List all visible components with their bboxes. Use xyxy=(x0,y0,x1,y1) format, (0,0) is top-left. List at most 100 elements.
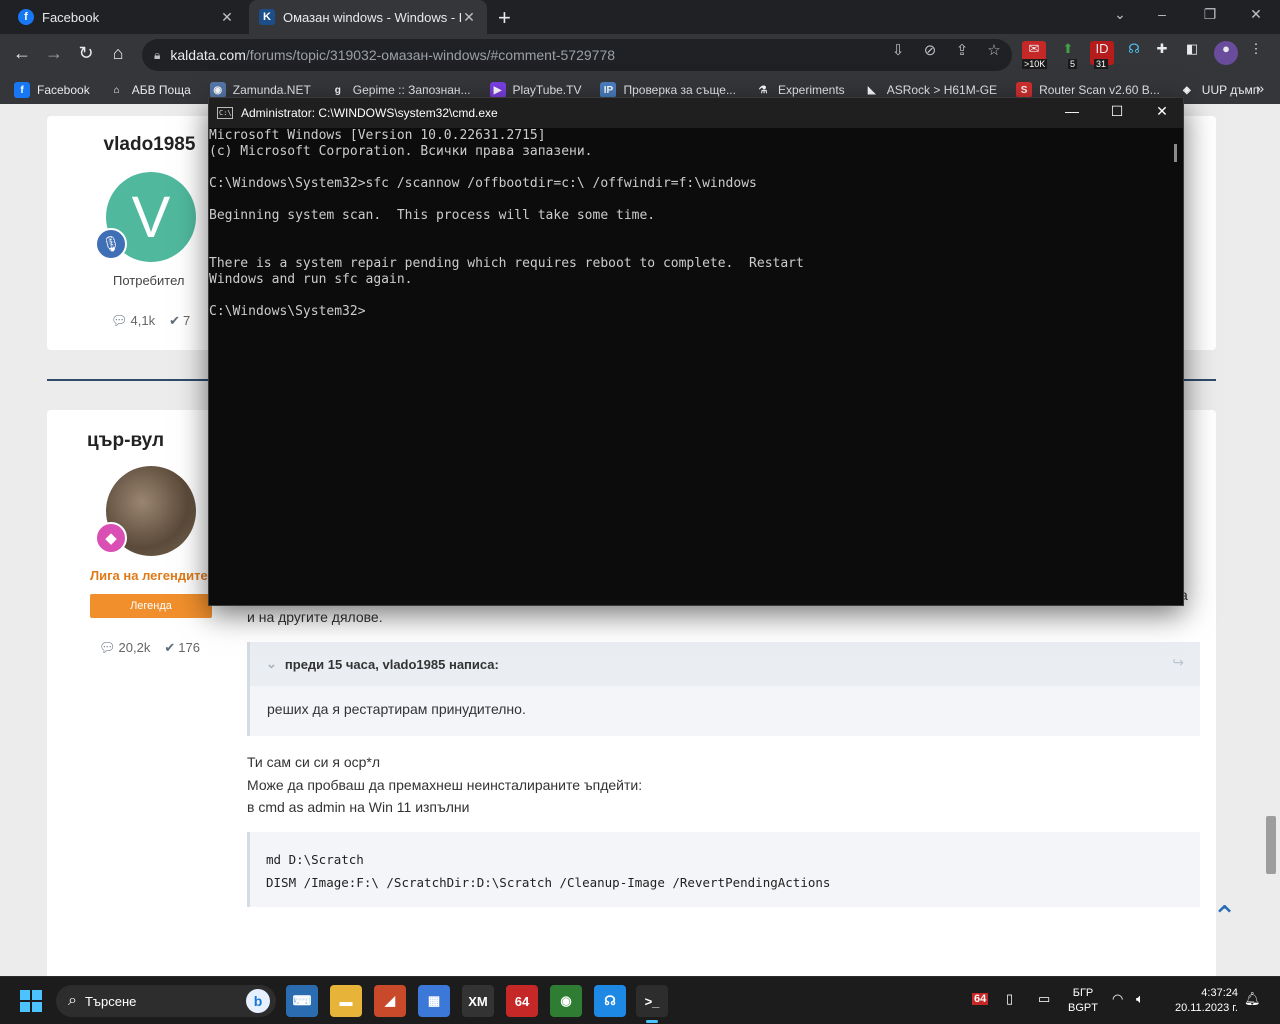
side-panel-icon[interactable]: ◧ xyxy=(1180,41,1204,65)
close-tab-icon[interactable]: ✕ xyxy=(461,9,477,26)
bookmarks-overflow-icon[interactable]: » xyxy=(1256,80,1264,96)
menu-icon[interactable]: ⋮ xyxy=(1244,41,1268,65)
rank-badge: Легенда xyxy=(90,594,212,618)
bookmark-label: Gepime :: Запознан... xyxy=(352,83,471,97)
bookmark-star-icon[interactable]: ☆ xyxy=(984,41,1004,59)
cmd-minimize-button[interactable]: — xyxy=(1057,103,1087,119)
page-scrollbar[interactable] xyxy=(1266,816,1276,874)
start-button[interactable] xyxy=(20,990,42,1012)
control-panel-app[interactable]: ⌨ xyxy=(286,985,318,1017)
tab-title: Омазан windows - Windows - K xyxy=(283,9,461,25)
user-stats: 💬︎ 4,1k ✔ 7 xyxy=(111,313,190,329)
tab-strip: f Facebook ✕ K Омазан windows - Windows … xyxy=(0,0,1280,34)
console-line: Beginning system scan. This process will… xyxy=(209,208,656,223)
author-username[interactable]: vlado1985 xyxy=(87,134,212,156)
tray-badge-icon[interactable]: 64 xyxy=(972,993,989,1005)
store-app[interactable]: ▦ xyxy=(418,985,450,1017)
cmd-close-button[interactable]: ✕ xyxy=(1147,103,1177,120)
tab-search-icon[interactable]: ⌄ xyxy=(1110,6,1130,23)
clock[interactable]: 4:37:24 20.11.2023 г. xyxy=(1160,986,1238,1016)
headset-app[interactable]: ☊ xyxy=(594,985,626,1017)
bookmark-label: Experiments xyxy=(777,83,845,97)
file-explorer-app[interactable]: ▬ xyxy=(330,985,362,1017)
author-username[interactable]: цър-вул xyxy=(87,430,164,452)
posts-count: 💬︎ 4,1k xyxy=(111,313,156,328)
bookmark-label: Zamunda.NET xyxy=(232,83,311,97)
minimize-button[interactable]: – xyxy=(1152,6,1172,22)
bookmark-favicon-icon: g xyxy=(329,82,346,98)
bookmark-favicon-icon: f xyxy=(14,82,30,98)
bookmark-item[interactable]: g Gepime :: Запознан... xyxy=(329,82,471,98)
back-icon[interactable]: ← xyxy=(10,43,34,64)
quote-header[interactable]: ⌄ преди 15 часа, vlado1985 написа: xyxy=(250,642,1200,686)
share-icon[interactable]: ↪ xyxy=(1172,654,1184,671)
quote-block: ⌄ преди 15 часа, vlado1985 написа: ↪ реш… xyxy=(247,642,1200,736)
console-line: Windows and run sfc again. xyxy=(209,272,413,287)
reload-icon[interactable]: ↻ xyxy=(74,43,98,64)
new-tab-button[interactable]: + xyxy=(498,5,511,31)
code-block: md D:\Scratch DISM /Image:F:\ /ScratchDi… xyxy=(247,832,1200,907)
url-host: kaldata.com xyxy=(170,47,246,63)
bookmark-item[interactable]: ⌂ АБВ Поща xyxy=(108,82,191,98)
comment-icon: 💬︎ xyxy=(111,313,128,328)
total-commander-app[interactable]: 64 xyxy=(506,985,538,1017)
cmd-maximize-button[interactable]: ☐ xyxy=(1102,103,1132,120)
ccleaner-app[interactable]: ◢ xyxy=(374,985,406,1017)
cmd-titlebar[interactable]: C:\ Administrator: C:\WINDOWS\system32\c… xyxy=(209,98,1183,128)
chrome-app[interactable]: ◉ xyxy=(550,985,582,1017)
bookmark-label: PlayTube.TV xyxy=(512,83,582,97)
tray-device-icon[interactable]: ▯ xyxy=(1006,991,1013,1007)
share-icon[interactable]: ⇪ xyxy=(952,41,972,59)
home-icon[interactable]: ⌂ xyxy=(106,43,130,64)
search-icon: ⌕ xyxy=(68,992,77,1009)
input-language[interactable]: БГР BGPT xyxy=(1064,986,1102,1016)
battery-icon[interactable]: ▭ xyxy=(1038,991,1050,1007)
bookmark-item[interactable]: ◈ UUP дъмп xyxy=(1178,82,1259,98)
wifi-icon[interactable]: ◠ xyxy=(1112,991,1123,1007)
tab-facebook[interactable]: f Facebook ✕ xyxy=(8,0,245,34)
install-icon[interactable]: ⇩ xyxy=(888,41,908,59)
bookmark-favicon-icon: IP xyxy=(600,82,617,98)
bookmark-item[interactable]: ▶ PlayTube.TV xyxy=(489,82,582,98)
console-line: (c) Microsoft Corporation. Всички права … xyxy=(209,144,593,159)
quote-body: реших да я рестартирам принудително. xyxy=(267,701,526,717)
forward-icon[interactable]: → xyxy=(42,43,66,64)
tracking-icon[interactable]: ⊘ xyxy=(920,41,940,59)
bookmark-item[interactable]: IP Проверка за съще... xyxy=(600,82,736,98)
green-extension-icon[interactable]: ⬆ 5 xyxy=(1056,41,1080,69)
site-info-icon[interactable]: 🔒︎ xyxy=(154,48,160,63)
mail-extension-icon[interactable]: ✉ >10K xyxy=(1022,41,1048,69)
post-text: в cmd as admin на Win 11 изпълни xyxy=(247,799,470,815)
extensions-puzzle-icon[interactable]: ✚ xyxy=(1150,41,1174,65)
restore-button[interactable]: ❐ xyxy=(1200,6,1220,23)
close-tab-icon[interactable]: ✕ xyxy=(219,9,235,26)
bookmark-item[interactable]: ◉ Zamunda.NET xyxy=(209,82,311,98)
cmd-window[interactable]: C:\ Administrator: C:\WINDOWS\system32\c… xyxy=(208,97,1184,606)
bookmark-item[interactable]: ◣ ASRock > H61M-GE xyxy=(863,82,997,98)
console-output[interactable]: Microsoft Windows [Version 10.0.22631.27… xyxy=(209,128,1169,605)
taskbar-search[interactable]: ⌕ Търсене b xyxy=(56,985,276,1017)
address-bar[interactable]: 🔒︎ kaldata.com /forums/topic/319032-омаз… xyxy=(142,39,1012,71)
volume-icon[interactable]: 🔈︎ xyxy=(1136,991,1144,1007)
post-text: Може да пробваш да премахнеш неинсталира… xyxy=(247,777,643,793)
scroll-to-top-icon[interactable]: ⌃ xyxy=(1212,900,1237,935)
bookmark-label: Проверка за съще... xyxy=(623,83,736,97)
tab-kaldata[interactable]: K Омазан windows - Windows - K ✕ xyxy=(249,0,487,34)
cmd-scrollbar[interactable] xyxy=(1174,144,1177,162)
bing-icon[interactable]: b xyxy=(246,989,270,1013)
bookmark-item[interactable]: S Router Scan v2.60 B... xyxy=(1016,82,1160,98)
chevron-down-icon[interactable]: ⌄ xyxy=(266,656,277,672)
xmplay-app[interactable]: XM xyxy=(462,985,494,1017)
notification-bell-icon[interactable]: 🔔︎ xyxy=(1244,991,1261,1007)
reputation-count: ✔ 176 xyxy=(164,640,200,655)
bookmark-item[interactable]: f Facebook xyxy=(14,82,90,98)
profile-avatar[interactable]: ● xyxy=(1214,41,1238,65)
terminal-app[interactable]: >_ xyxy=(636,985,668,1023)
close-window-button[interactable]: ✕ xyxy=(1246,6,1266,23)
headset-extension-icon[interactable]: ☊ xyxy=(1122,41,1146,65)
bookmark-item[interactable]: ⚗ Experiments xyxy=(754,82,845,98)
console-line: C:\Windows\System32> xyxy=(209,304,366,319)
bookmark-favicon-icon: ⚗ xyxy=(754,82,771,98)
red-extension-icon[interactable]: ID 31 xyxy=(1090,41,1114,69)
